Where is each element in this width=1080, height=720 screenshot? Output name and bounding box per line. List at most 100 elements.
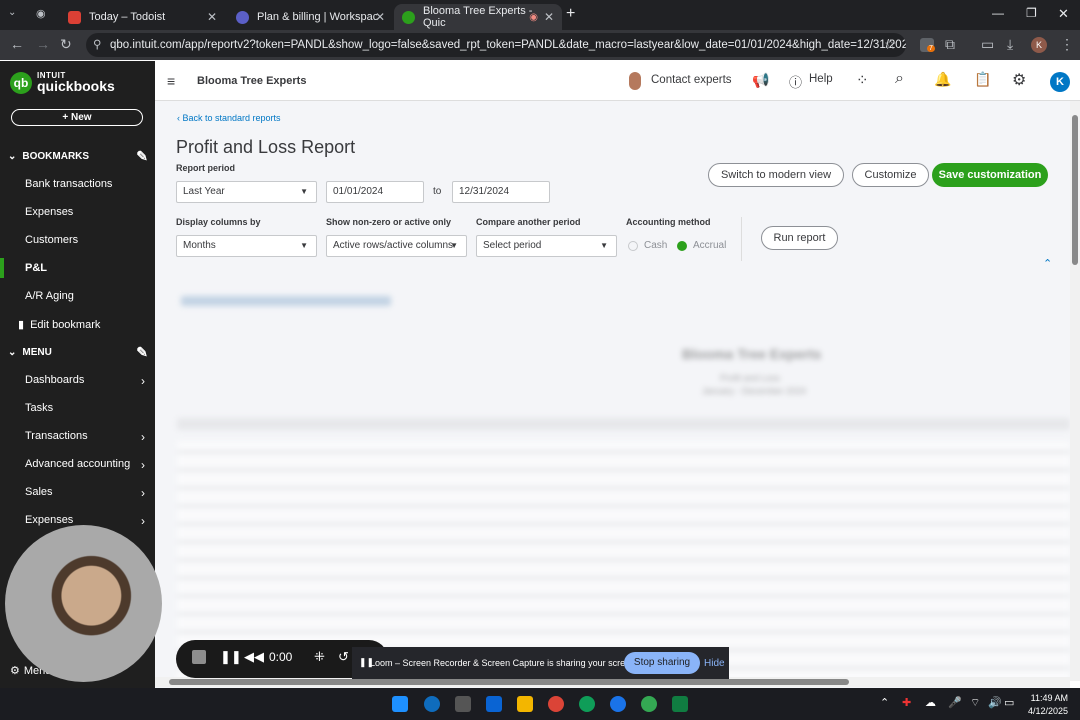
extension-badge: 7	[927, 45, 935, 52]
tab-search-icon[interactable]: ⌄	[8, 7, 16, 18]
task-view-icon[interactable]	[455, 696, 471, 712]
chrome-menu-icon[interactable]: ⋮	[1060, 36, 1074, 53]
sidebar-item-dashboards[interactable]: Dashboards ›	[25, 374, 150, 388]
profile-avatar[interactable]: K	[1031, 37, 1047, 53]
gear-favicon	[236, 10, 249, 24]
contact-experts-link[interactable]: Contact experts	[651, 74, 732, 86]
record-icon[interactable]: ◉	[36, 7, 46, 20]
pause-icon[interactable]: ❚❚	[220, 649, 242, 665]
clipboard-icon[interactable]: 📋	[974, 71, 991, 88]
from-date-input[interactable]: 01/01/2024	[326, 181, 424, 203]
vertical-scrollbar[interactable]	[1070, 101, 1080, 681]
sidebar-item-edit-bookmark[interactable]: ▮ Edit bookmark	[18, 318, 143, 331]
chevron-right-icon: ›	[141, 514, 145, 528]
chrome-profile-2-icon[interactable]	[610, 696, 626, 712]
help-link[interactable]: Help	[809, 73, 833, 85]
collapse-chevron-up-icon[interactable]: ⌃	[1043, 257, 1052, 270]
accrual-radio[interactable]: Accrual	[677, 240, 726, 251]
chrome-active-icon[interactable]	[641, 696, 657, 712]
chrome-profile-icon[interactable]	[579, 696, 595, 712]
windows-start-icon[interactable]	[392, 696, 408, 712]
forward-icon[interactable]: →	[36, 36, 50, 52]
sidebar-item-tasks[interactable]: Tasks	[25, 402, 150, 414]
wifi-icon[interactable]: ⌔	[970, 696, 980, 710]
extensions-puzzle-icon[interactable]: ⧉	[945, 36, 955, 53]
user-avatar[interactable]: K	[1050, 72, 1070, 92]
chrome-icon[interactable]	[548, 696, 564, 712]
onedrive-icon[interactable]: ☁	[925, 696, 936, 709]
maximize-icon[interactable]: ❐	[1026, 6, 1037, 20]
sidebar-item-bank-transactions[interactable]: Bank transactions	[25, 178, 150, 190]
battery-icon[interactable]: ▭	[1004, 696, 1014, 709]
webcam-bubble[interactable]	[5, 525, 162, 682]
collapse-menu-icon[interactable]: ≡	[167, 73, 175, 89]
help-icon[interactable]: ⓘ	[789, 72, 802, 91]
tab-workspace-settings[interactable]: Plan & billing | Workspace Setti ✕	[228, 4, 393, 30]
restart-icon[interactable]: ↺	[338, 649, 349, 665]
tray-chevron-icon[interactable]: ⌃	[880, 696, 889, 709]
address-bar[interactable]: ⚲ qbo.intuit.com/app/reportv2?token=PAND…	[86, 33, 906, 57]
cast-icon[interactable]: ▭	[981, 36, 994, 53]
scroll-thumb[interactable]	[169, 679, 849, 685]
outlook-icon[interactable]	[486, 696, 502, 712]
search-icon[interactable]: ⌕	[895, 70, 904, 88]
download-icon[interactable]: ⤓	[1007, 36, 1013, 53]
close-tab-icon[interactable]: ✕	[544, 10, 554, 24]
hide-sharing-link[interactable]: Hide	[704, 658, 725, 669]
radio-checked	[677, 240, 687, 251]
file-explorer-icon[interactable]	[517, 696, 533, 712]
report-period-select[interactable]: Last Year ▼	[176, 181, 317, 203]
drag-handle-icon[interactable]: ⁜	[314, 649, 325, 665]
tab-quickbooks[interactable]: Blooma Tree Experts - Quic ◉ ✕	[394, 4, 562, 30]
sidebar-item-advanced-accounting[interactable]: Advanced accounting ›	[25, 458, 150, 472]
sidebar-item-sales[interactable]: Sales ›	[25, 486, 150, 500]
tab-todoist[interactable]: Today – Todoist ✕	[60, 4, 225, 30]
sidebar-item-pl[interactable]: P&L	[25, 262, 150, 274]
settings-gear-icon[interactable]: ⚙	[1012, 70, 1026, 90]
system-clock[interactable]: 11:49 AM 4/12/2025	[1028, 692, 1068, 718]
sidebar-item-transactions[interactable]: Transactions ›	[25, 430, 150, 444]
menu-header[interactable]: ⌄ MENU ✎	[8, 344, 148, 361]
new-button[interactable]: + New	[11, 109, 143, 126]
site-info-icon[interactable]: ⚲	[93, 33, 101, 57]
cash-radio[interactable]: Cash	[628, 240, 667, 251]
edit-pencil-icon[interactable]: ✎	[136, 344, 148, 361]
save-customization-button[interactable]: Save customization	[932, 163, 1048, 187]
switch-modern-view-button[interactable]: Switch to modern view	[708, 163, 844, 187]
non-zero-select[interactable]: Active rows/active columns ▼	[326, 235, 467, 257]
gear-icon: ⚙	[10, 665, 20, 677]
reload-icon[interactable]: ↻	[60, 36, 72, 53]
volume-icon[interactable]: 🔊	[988, 696, 1002, 709]
bookmark-star-icon[interactable]: ☆	[884, 36, 897, 53]
back-to-standard-reports-link[interactable]: ‹ Back to standard reports	[177, 113, 281, 123]
tray-app-icon[interactable]: ✚	[902, 696, 911, 709]
close-tab-icon[interactable]: ✕	[375, 10, 385, 24]
to-date-input[interactable]: 12/31/2024	[452, 181, 550, 203]
quickbooks-logo[interactable]: qb INTUIT quickbooks	[10, 71, 115, 94]
run-report-button[interactable]: Run report	[761, 226, 838, 250]
bookmarks-header[interactable]: ⌄ BOOKMARKS ✎	[8, 148, 148, 165]
close-tab-icon[interactable]: ✕	[207, 10, 217, 24]
sidebar-item-customers[interactable]: Customers	[25, 234, 150, 246]
scroll-thumb[interactable]	[1072, 115, 1078, 265]
blurred-report-dates: January - December 2024	[702, 386, 807, 396]
bell-icon[interactable]: 🔔	[934, 71, 951, 88]
sidebar-item-expenses[interactable]: Expenses	[25, 206, 150, 218]
apps-grid-icon[interactable]: ⁘	[856, 71, 869, 89]
customize-button[interactable]: Customize	[852, 163, 929, 187]
stop-sharing-button[interactable]: Stop sharing	[624, 652, 700, 674]
rewind-icon[interactable]: ◀◀	[244, 649, 264, 665]
megaphone-icon[interactable]: 📢	[752, 72, 769, 89]
microphone-icon[interactable]: 🎤	[948, 696, 962, 709]
search-taskbar-icon[interactable]	[424, 696, 440, 712]
minimize-icon[interactable]: —	[992, 6, 1004, 20]
compare-period-select[interactable]: Select period ▼	[476, 235, 617, 257]
sidebar-item-ar-aging[interactable]: A/R Aging	[25, 290, 150, 302]
close-window-icon[interactable]: ✕	[1058, 6, 1069, 22]
excel-icon[interactable]	[672, 696, 688, 712]
new-tab-button[interactable]: +	[566, 5, 575, 23]
display-columns-select[interactable]: Months ▼	[176, 235, 317, 257]
stop-recording-icon[interactable]	[192, 650, 206, 664]
edit-pencil-icon[interactable]: ✎	[136, 148, 148, 165]
back-icon[interactable]: ←	[10, 36, 24, 52]
